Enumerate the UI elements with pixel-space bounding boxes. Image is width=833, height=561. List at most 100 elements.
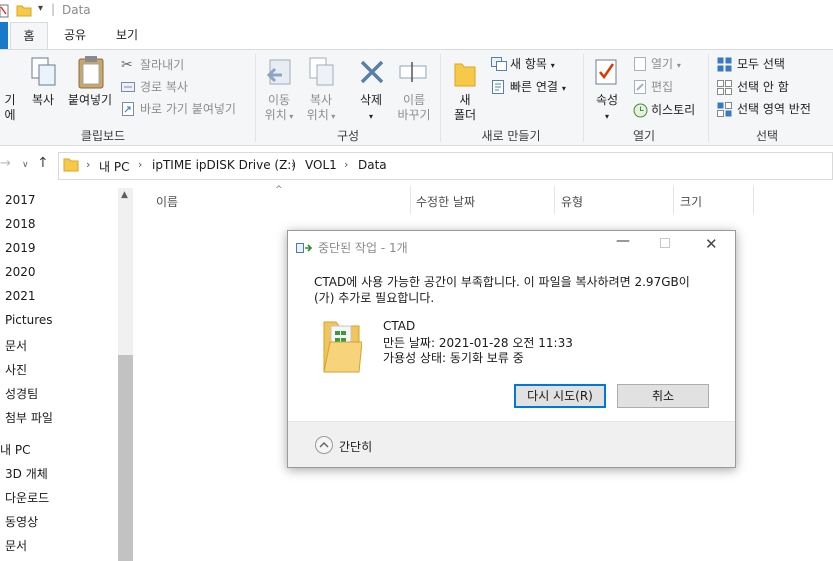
copy-to-label-line2: 위치: [306, 108, 329, 122]
cut-button[interactable]: 잘라내기: [140, 58, 184, 72]
easy-access-button[interactable]: 빠른 연결 ▾: [510, 80, 566, 96]
new-folder-button[interactable]: 새 폴더: [448, 93, 482, 123]
paste-shortcut-button[interactable]: 바로 가기 붙여넣기: [140, 102, 236, 116]
breadcrumb-chevron-icon[interactable]: ›: [291, 158, 295, 171]
properties-label: 속성: [595, 93, 619, 107]
column-header-size[interactable]: 크기: [680, 193, 702, 210]
move-to-icon[interactable]: [266, 58, 296, 88]
open-group-label: 열기: [632, 129, 656, 143]
open-button[interactable]: 열기 ▾: [651, 57, 681, 73]
nav-item[interactable]: 동영상: [5, 513, 38, 530]
invert-selection-icon[interactable]: [717, 102, 732, 117]
nav-item[interactable]: 3D 개체: [5, 465, 48, 482]
history-icon[interactable]: [633, 103, 648, 118]
breadcrumb-data[interactable]: Data: [358, 158, 387, 172]
nav-item[interactable]: 사진: [5, 361, 27, 378]
copy-path-button[interactable]: 경로 복사: [140, 80, 188, 94]
breadcrumb-chevron-icon[interactable]: ›: [86, 158, 90, 171]
collapse-details-icon[interactable]: [314, 435, 334, 455]
delete-icon[interactable]: [358, 58, 386, 86]
nav-item[interactable]: 첨부 파일: [5, 409, 53, 426]
qat-dropdown-icon[interactable]: ▾: [38, 3, 43, 14]
edit-button[interactable]: 편집: [651, 80, 673, 94]
close-icon[interactable]: ✕: [705, 235, 718, 253]
recent-locations-chevron-icon[interactable]: ∨: [22, 160, 29, 170]
new-folder-icon[interactable]: [453, 60, 477, 88]
move-to-button[interactable]: 이동 위치 ▾: [262, 93, 296, 124]
copy-to-button[interactable]: 복사 위치 ▾: [302, 93, 340, 124]
properties-icon[interactable]: [594, 58, 620, 88]
column-divider[interactable]: [753, 186, 754, 214]
nav-item[interactable]: 문서: [5, 537, 27, 554]
copy-to-icon[interactable]: [308, 56, 338, 88]
clipboard-group-label: 클립보드: [80, 129, 126, 143]
rename-icon[interactable]: [398, 60, 430, 86]
scroll-up-icon[interactable]: ▲: [121, 190, 128, 200]
paste-button[interactable]: 붙여넣기: [64, 93, 116, 108]
pin-quick-access-label[interactable]: 기에: [0, 93, 20, 123]
up-arrow-icon[interactable]: ↑: [37, 155, 49, 171]
open-icon[interactable]: [633, 57, 647, 71]
copy-path-icon[interactable]: [121, 81, 135, 93]
nav-item[interactable]: 문서: [5, 337, 27, 354]
group-divider: [440, 54, 441, 142]
easy-access-icon[interactable]: [491, 80, 505, 94]
breadcrumb-drive[interactable]: ipTIME ipDISK Drive (Z:): [152, 158, 296, 172]
edit-icon[interactable]: [633, 80, 647, 94]
title-separator: |: [51, 2, 56, 16]
less-details-link[interactable]: 간단히: [339, 438, 372, 455]
move-to-label-line2: 위치: [264, 108, 287, 122]
paste-icon[interactable]: [76, 54, 106, 90]
nav-item[interactable]: 성경팀: [5, 385, 38, 402]
tab-view[interactable]: 보기: [104, 22, 150, 49]
breadcrumb-chevron-icon[interactable]: ›: [138, 158, 142, 171]
nav-item[interactable]: 2020: [5, 265, 36, 279]
minimize-icon[interactable]: —: [616, 233, 630, 249]
column-header-modified[interactable]: 수정한 날짜: [416, 193, 475, 210]
qat-new-folder-icon[interactable]: [16, 3, 32, 17]
new-item-icon[interactable]: [491, 57, 507, 71]
nav-item[interactable]: 다운로드: [5, 489, 49, 506]
column-header-name[interactable]: 이름: [156, 193, 178, 210]
rename-button[interactable]: 이름 바꾸기: [394, 93, 434, 123]
nav-item[interactable]: 2019: [5, 241, 36, 255]
nav-item[interactable]: 2021: [5, 289, 36, 303]
tab-home[interactable]: 홈: [10, 22, 48, 49]
nav-item[interactable]: 2018: [5, 217, 36, 231]
column-header-type[interactable]: 유형: [561, 193, 583, 210]
tab-file[interactable]: [0, 22, 8, 49]
select-none-icon[interactable]: [717, 80, 732, 95]
file-name: CTAD: [383, 319, 416, 333]
breadcrumb-this-pc[interactable]: 내 PC: [99, 158, 129, 175]
cancel-button[interactable]: 취소: [617, 384, 709, 408]
paste-shortcut-icon[interactable]: [121, 102, 135, 116]
dialog-footer: 간단히: [288, 422, 735, 467]
tab-share[interactable]: 공유: [52, 22, 98, 49]
copy-button[interactable]: 복사: [26, 93, 60, 108]
qat-properties-icon[interactable]: [0, 4, 10, 18]
breadcrumb-chevron-icon[interactable]: ›: [344, 158, 348, 171]
group-divider: [255, 54, 256, 142]
column-divider[interactable]: [673, 186, 674, 214]
invert-selection-button[interactable]: 선택 영역 반전: [737, 102, 811, 116]
retry-button[interactable]: 다시 시도(R): [514, 384, 606, 408]
select-all-icon[interactable]: [717, 57, 732, 72]
history-button[interactable]: 히스토리: [651, 103, 695, 117]
cut-icon[interactable]: ✂: [121, 57, 133, 73]
new-item-button[interactable]: 새 항목 ▾: [510, 57, 555, 73]
column-divider[interactable]: [410, 186, 411, 214]
column-divider[interactable]: [554, 186, 555, 214]
maximize-icon: [660, 238, 670, 248]
nav-scrollbar-thumb[interactable]: [118, 355, 133, 561]
select-none-button[interactable]: 선택 안 함: [737, 80, 789, 94]
nav-item[interactable]: 2017: [5, 193, 36, 207]
breadcrumb-vol1[interactable]: VOL1: [305, 158, 337, 172]
move-to-label-line1: 이동: [267, 93, 291, 107]
select-all-button[interactable]: 모두 선택: [737, 57, 785, 71]
delete-button[interactable]: 삭제 ▾: [354, 93, 388, 124]
forward-arrow-icon[interactable]: →: [0, 156, 11, 171]
nav-item[interactable]: Pictures: [5, 313, 53, 327]
properties-button[interactable]: 속성 ▾: [590, 93, 624, 124]
nav-item-this-pc[interactable]: 내 PC: [0, 441, 30, 458]
copy-icon[interactable]: [30, 56, 58, 88]
